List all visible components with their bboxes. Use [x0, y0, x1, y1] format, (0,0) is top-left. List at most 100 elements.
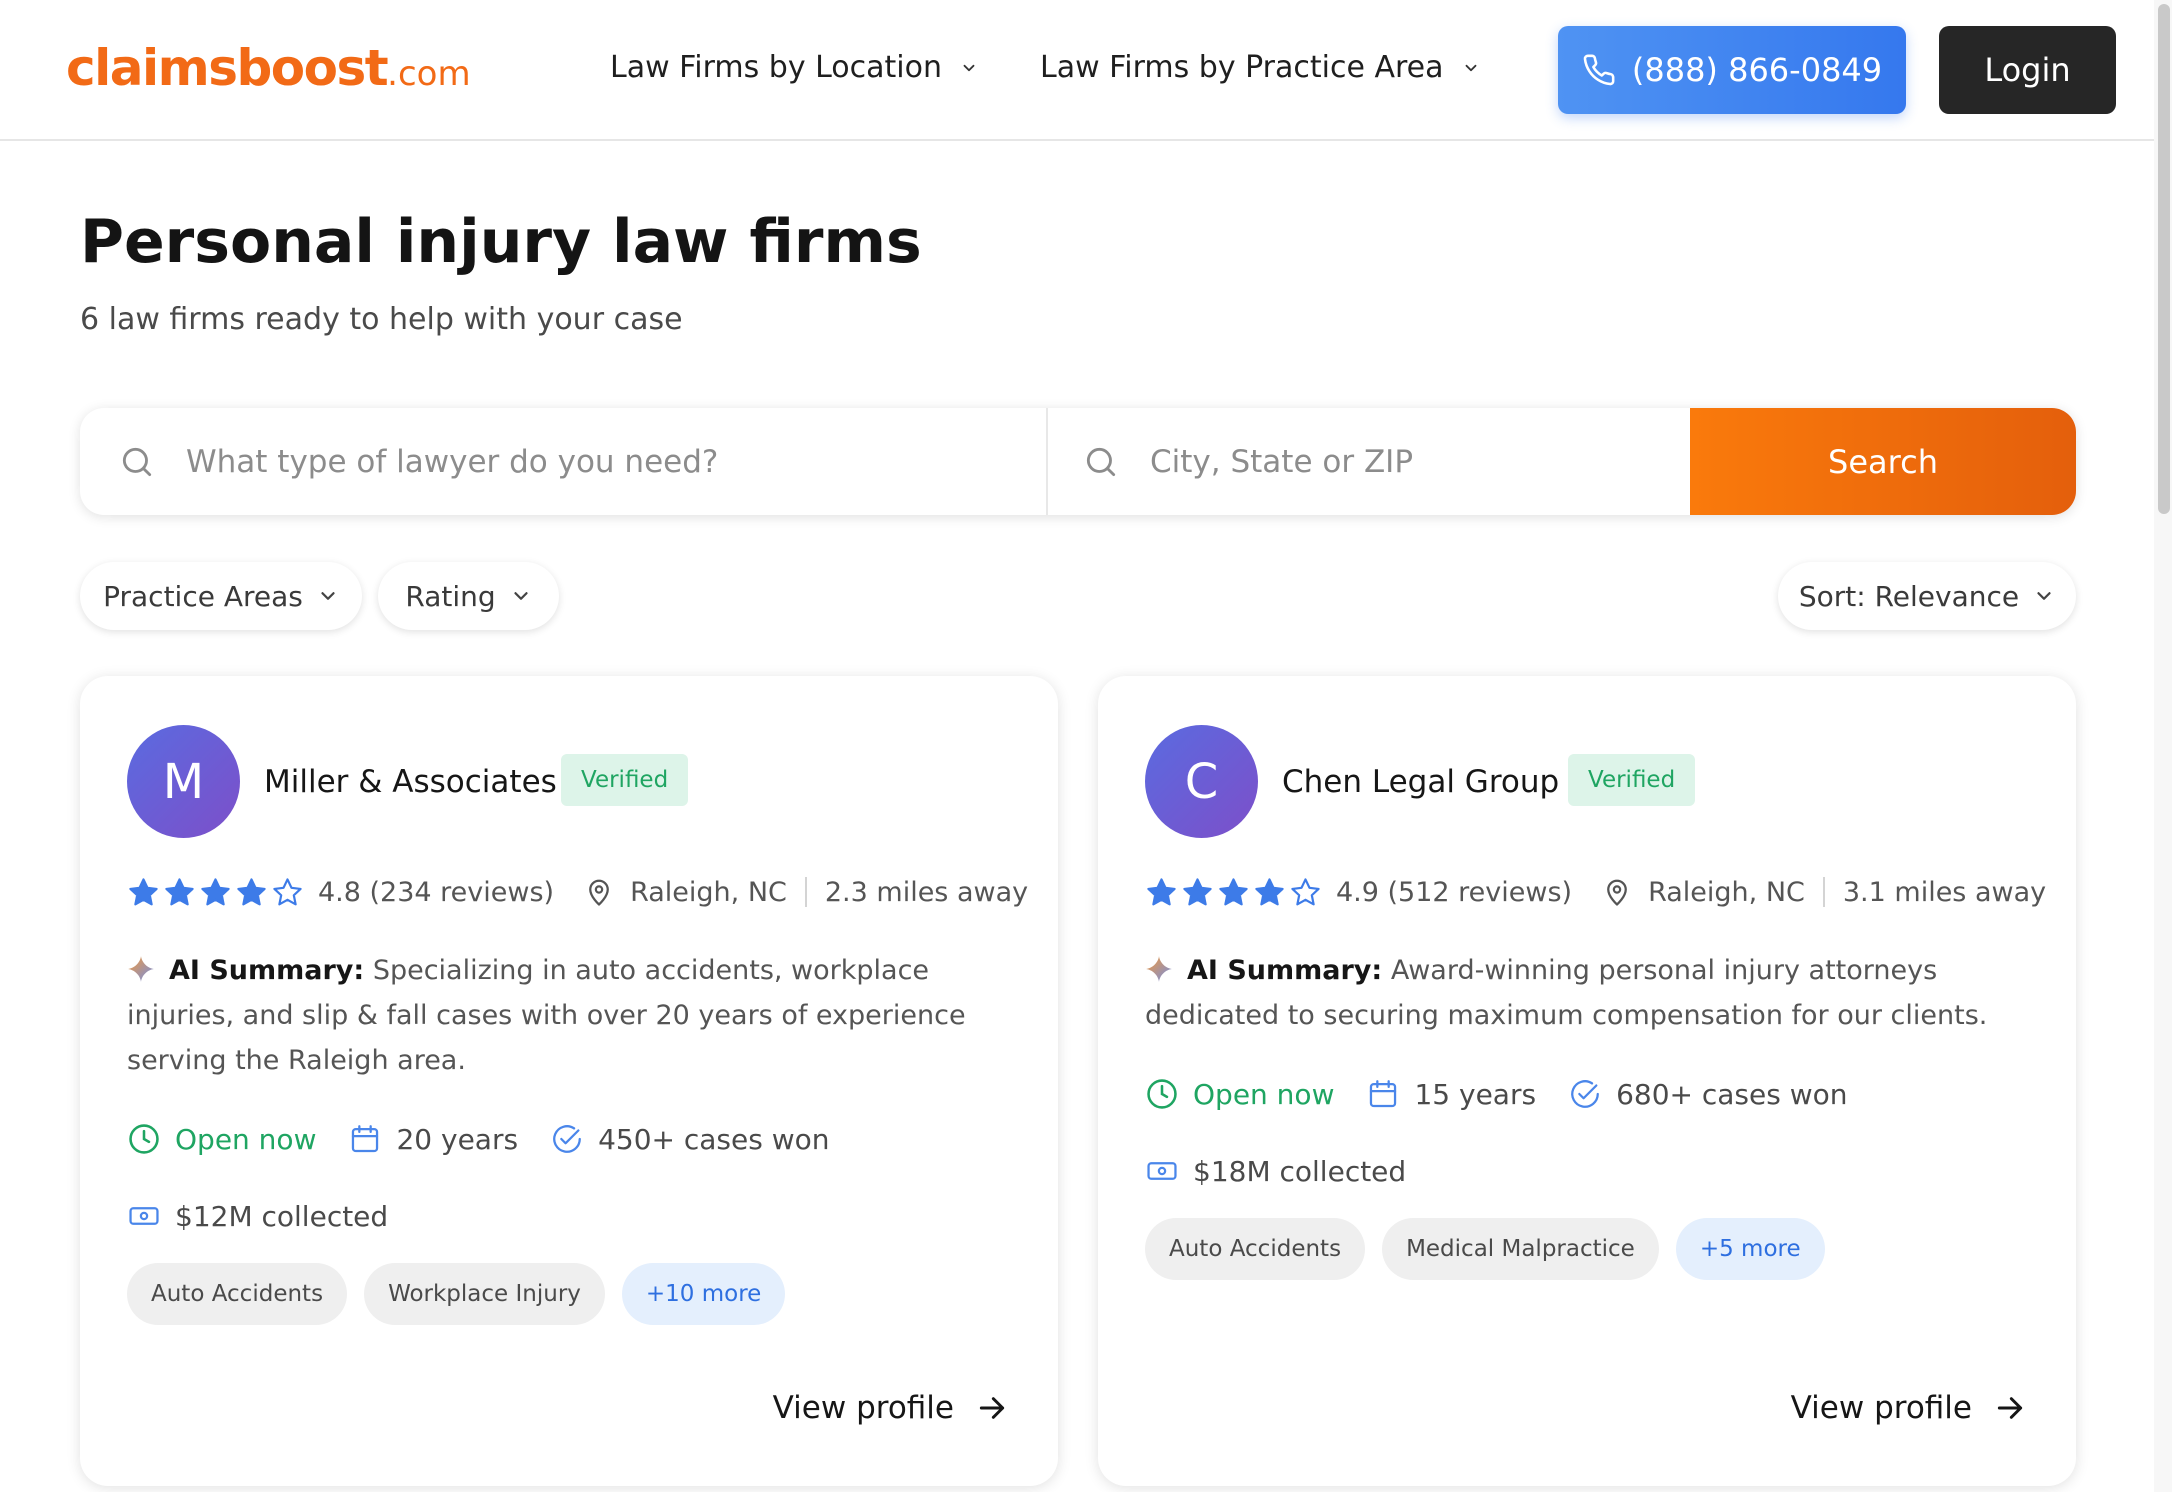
practice-areas-filter-label: Practice Areas [103, 579, 303, 613]
chevron-down-icon [2037, 592, 2051, 600]
collected-text: $12M collected [175, 1199, 389, 1233]
firm-distance: 2.3 miles away [824, 876, 1029, 908]
star-rating [127, 876, 304, 909]
practice-tag[interactable]: Workplace Injury [364, 1263, 605, 1325]
collected-row: $12M collected [127, 1195, 388, 1237]
map-pin-icon [1607, 879, 1627, 906]
nav-practice-label: Law Firms by Practice Area [1040, 50, 1444, 85]
star-rating [1145, 876, 1322, 909]
practice-tag[interactable]: Auto Accidents [127, 1263, 348, 1325]
years-text: 20 years [396, 1122, 519, 1156]
ai-summary-label: AI Summary: [169, 955, 365, 986]
more-tags-button[interactable]: +5 more [1675, 1218, 1825, 1280]
search-icon [122, 447, 152, 476]
star-filled-icon [1255, 877, 1284, 905]
firm-avatar: C [1145, 725, 1258, 838]
years-experience: 20 years [348, 1122, 518, 1156]
practice-areas-filter[interactable]: Practice Areas [80, 562, 362, 630]
scrollbar-thumb[interactable] [2158, 4, 2170, 514]
phone-icon [1583, 54, 1615, 86]
sort-label: Sort: Relevance [1798, 579, 2020, 613]
view-profile-link[interactable]: View profile [1791, 1388, 2026, 1428]
nav-law-firms-by-location[interactable]: Law Firms by Location [610, 48, 978, 88]
firm-distance: 3.1 miles away [1842, 876, 2047, 908]
open-status: Open now [1145, 1077, 1334, 1111]
location-search-input[interactable]: City, State or ZIP [1082, 408, 1682, 515]
arrow-right-icon [1997, 1397, 2023, 1419]
cases-text: 450+ cases won [598, 1122, 830, 1156]
page-title: Personal injury law firms [80, 207, 922, 277]
rating-text: 4.9 (512 reviews) [1336, 876, 1573, 908]
map-pin-icon [589, 879, 609, 906]
view-profile-link[interactable]: View profile [773, 1388, 1008, 1428]
logo-tld: .com [387, 54, 471, 94]
sparkle-icon [1146, 956, 1172, 982]
money-icon [1147, 1162, 1177, 1180]
years-text: 15 years [1414, 1077, 1537, 1111]
site-logo[interactable]: claimsboost.com [66, 36, 471, 106]
phone-number: (888) 866-0849 [1631, 51, 1883, 89]
logo-main: claimsboost [66, 39, 389, 97]
cases-won: 450+ cases won [550, 1122, 830, 1156]
ai-summary: AI Summary: Award-winning personal injur… [1145, 948, 2025, 1038]
clock-icon [1147, 1079, 1177, 1109]
star-filled-icon [165, 877, 194, 905]
phone-call-button[interactable]: (888) 866-0849 [1558, 26, 1906, 114]
chevron-down-icon [963, 64, 975, 72]
years-experience: 15 years [1366, 1077, 1536, 1111]
rating-row: 4.9 (512 reviews) Raleigh, NC 3.1 miles … [1145, 872, 2046, 912]
ai-summary: AI Summary: Specializing in auto acciden… [127, 948, 1007, 1083]
practice-tag[interactable]: Medical Malpractice [1382, 1218, 1659, 1280]
ai-summary-label: AI Summary: [1187, 955, 1383, 986]
law-firm-card[interactable]: M Miller & Associates Verified 4.8 (234 … [80, 676, 1058, 1486]
check-badge-icon [553, 1125, 581, 1153]
chevron-down-icon [321, 592, 335, 600]
firm-stats: Open now 20 years 450+ cases won [127, 1118, 862, 1160]
firm-name[interactable]: Chen Legal Group [1282, 762, 1559, 802]
arrow-right-icon [979, 1397, 1005, 1419]
star-filled-icon [1147, 877, 1176, 905]
view-profile-label: View profile [772, 1390, 954, 1426]
sort-dropdown[interactable]: Sort: Relevance [1778, 562, 2076, 630]
practice-tags: Auto Accidents Workplace Injury +10 more [127, 1263, 786, 1325]
star-filled-icon [1183, 877, 1212, 905]
firm-avatar: M [127, 725, 240, 838]
rating-text: 4.8 (234 reviews) [318, 876, 555, 908]
chevron-down-icon [513, 592, 528, 600]
practice-tags: Auto Accidents Medical Malpractice +5 mo… [1145, 1218, 1825, 1280]
verified-badge: Verified [561, 754, 689, 806]
page-scrollbar[interactable] [2154, 0, 2172, 1492]
clock-icon [129, 1124, 159, 1154]
star-filled-icon [237, 877, 266, 905]
collected-text: $18M collected [1193, 1154, 1407, 1188]
open-now-text: Open now [1193, 1077, 1335, 1111]
law-firm-card[interactable]: C Chen Legal Group Verified 4.9 (512 rev… [1098, 676, 2076, 1486]
rating-filter[interactable]: Rating [378, 562, 559, 630]
lawyer-type-search-input[interactable]: What type of lawyer do you need? [118, 408, 1018, 515]
star-filled-icon [201, 877, 230, 905]
more-tags-button[interactable]: +10 more [621, 1263, 786, 1325]
cases-text: 680+ cases won [1616, 1077, 1848, 1111]
verified-badge: Verified [1568, 754, 1696, 806]
open-status: Open now [127, 1122, 316, 1156]
search-divider [1046, 408, 1048, 515]
search-button[interactable]: Search [1690, 408, 2076, 515]
star-filled-icon [1219, 877, 1248, 905]
firm-stats: Open now 15 years 680+ cases won [1145, 1073, 1880, 1115]
rating-row: 4.8 (234 reviews) Raleigh, NC 2.3 miles … [127, 872, 1028, 912]
money-icon [129, 1207, 159, 1225]
star-empty-icon [1291, 877, 1320, 905]
search-bar: What type of lawyer do you need? City, S… [80, 408, 2076, 515]
firm-name[interactable]: Miller & Associates [264, 762, 557, 802]
check-badge-icon [1571, 1080, 1599, 1108]
firm-location: Raleigh, NC [630, 876, 787, 908]
nav-law-firms-by-practice-area[interactable]: Law Firms by Practice Area [1040, 48, 1480, 88]
practice-tag[interactable]: Auto Accidents [1145, 1218, 1366, 1280]
separator [804, 877, 807, 907]
cases-won: 680+ cases won [1568, 1077, 1848, 1111]
calendar-icon [1370, 1080, 1397, 1108]
separator [1822, 877, 1825, 907]
chevron-down-icon [1465, 64, 1476, 72]
calendar-icon [352, 1125, 379, 1153]
login-button[interactable]: Login [1939, 26, 2116, 114]
